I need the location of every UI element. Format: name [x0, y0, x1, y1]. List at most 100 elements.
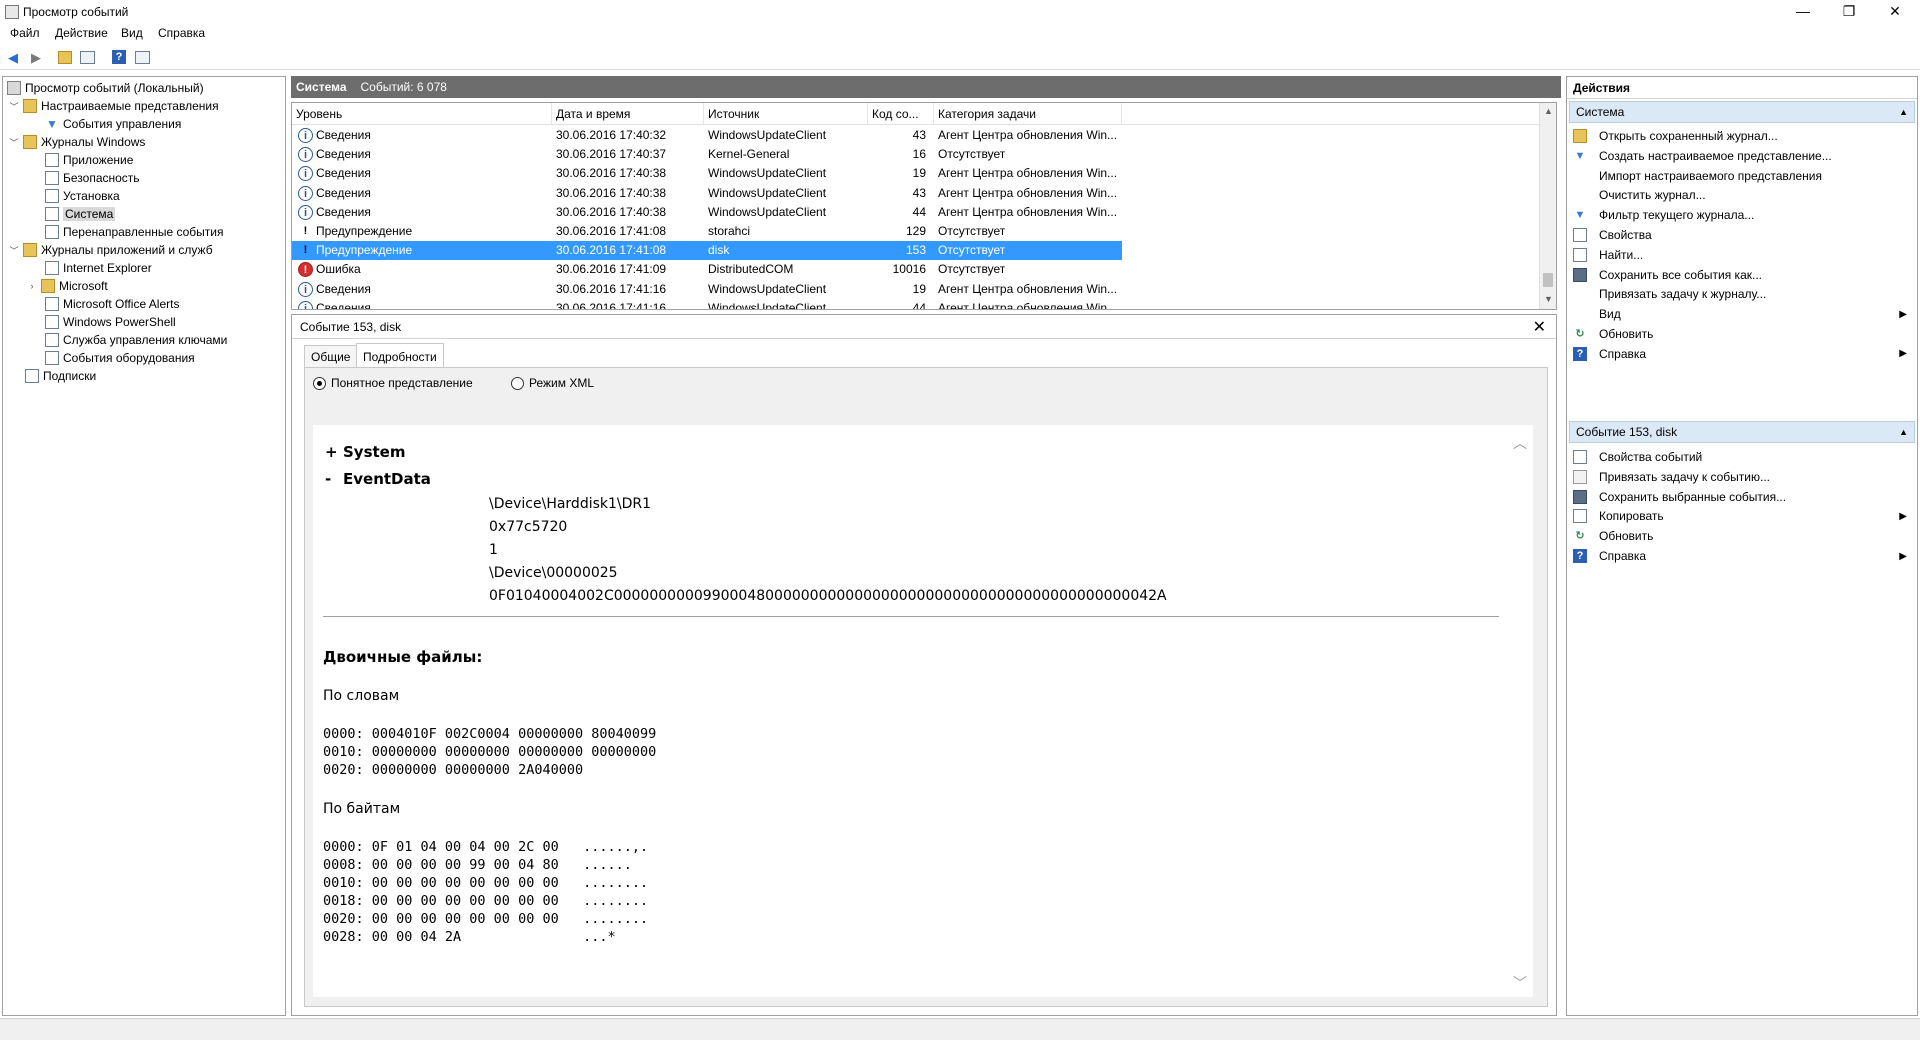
- help-icon[interactable]: ?: [112, 50, 126, 64]
- system-node[interactable]: + System: [325, 443, 405, 461]
- tree-office-alerts[interactable]: Microsoft Office Alerts: [45, 295, 179, 313]
- action-item[interactable]: Свойства событий: [1573, 447, 1913, 467]
- action-item[interactable]: ▼ Создать настраиваемое представление...: [1573, 146, 1913, 166]
- filter-icon: ▼: [46, 117, 58, 131]
- action-item[interactable]: Найти...: [1573, 245, 1913, 265]
- menu-view[interactable]: Вид: [121, 26, 143, 40]
- table-row[interactable]: i Сведения 30.06.2016 17:40:32 WindowsUpdat…: [292, 126, 1122, 145]
- tree-app-services-logs[interactable]: ﹀ Журналы приложений и служб: [9, 241, 213, 259]
- action-item[interactable]: Копировать ▶: [1573, 506, 1913, 526]
- tree-security[interactable]: Безопасность: [45, 169, 140, 187]
- action-item[interactable]: Свойства: [1573, 225, 1913, 245]
- chevron-down-icon[interactable]: ﹀: [9, 244, 19, 257]
- action-item[interactable]: ? Справка ▶: [1573, 344, 1913, 364]
- radio-friendly-view[interactable]: Понятное представление: [313, 376, 473, 390]
- table-row[interactable]: i Сведения 30.06.2016 17:41:16 WindowsUpdat…: [292, 280, 1122, 299]
- action-item[interactable]: Импорт настраиваемого представления: [1573, 166, 1913, 186]
- tree-powershell[interactable]: Windows PowerShell: [45, 313, 176, 331]
- action-item[interactable]: Сохранить все события как...: [1573, 265, 1913, 285]
- expand-plus-icon[interactable]: +: [325, 443, 343, 461]
- table-row[interactable]: i Сведения 30.06.2016 17:40:38 WindowsUpdat…: [292, 164, 1122, 183]
- tree-system[interactable]: Система: [45, 205, 116, 223]
- collapse-icon[interactable]: ▲: [1899, 422, 1908, 442]
- chevron-down-icon[interactable]: ﹀: [9, 136, 19, 149]
- column-source[interactable]: Источник: [704, 103, 868, 125]
- column-datetime[interactable]: Дата и время: [552, 103, 704, 125]
- table-row[interactable]: i Сведения 30.06.2016 17:40:38 WindowsUpdat…: [292, 203, 1122, 222]
- table-row[interactable]: i Сведения 30.06.2016 17:41:16 WindowsUpdat…: [292, 299, 1122, 309]
- tree-subscriptions[interactable]: Подписки: [25, 367, 96, 385]
- action-item[interactable]: Вид ▶: [1573, 304, 1913, 324]
- chevron-down-icon[interactable]: ﹀: [9, 100, 19, 113]
- action-item[interactable]: Привязать задачу к журналу...: [1573, 284, 1913, 304]
- radio-xml-view[interactable]: Режим XML: [511, 376, 594, 390]
- computer-icon: [7, 81, 21, 95]
- grid-scrollbar[interactable]: ▲ ▼: [1539, 103, 1556, 309]
- tree-admin-events[interactable]: ▼ События управления: [45, 115, 181, 133]
- action-item[interactable]: Сохранить выбранные события...: [1573, 487, 1913, 507]
- column-category[interactable]: Категория задачи: [934, 103, 1122, 125]
- scroll-thumb[interactable]: [1543, 273, 1553, 287]
- tree-setup[interactable]: Установка: [45, 187, 120, 205]
- close-window-button[interactable]: ✕: [1872, 0, 1918, 24]
- tree-hardware-events[interactable]: События оборудования: [45, 349, 195, 367]
- action-item[interactable]: Открыть сохраненный журнал...: [1573, 126, 1913, 146]
- menu-action[interactable]: Действие: [55, 26, 108, 40]
- close-icon[interactable]: ✕: [1533, 317, 1546, 337]
- cell-source: Kernel-General: [708, 147, 790, 162]
- tree-application[interactable]: Приложение: [45, 151, 133, 169]
- save-icon: [1573, 489, 1587, 504]
- tab-general[interactable]: Общие: [304, 345, 358, 367]
- action-label: Копировать: [1599, 509, 1664, 524]
- tab-details[interactable]: Подробности: [356, 343, 444, 367]
- back-icon[interactable]: ◀: [5, 50, 21, 66]
- radio-unselected-icon[interactable]: [511, 376, 524, 390]
- info-icon: i: [298, 128, 313, 143]
- open-folder-icon[interactable]: [58, 51, 72, 64]
- menu-help[interactable]: Справка: [158, 26, 205, 40]
- action-item[interactable]: ↻ Обновить: [1573, 324, 1913, 344]
- tree-root[interactable]: Просмотр событий (Локальный): [7, 79, 204, 97]
- table-row[interactable]: i Сведения 30.06.2016 17:40:38 WindowsUpdat…: [292, 184, 1122, 203]
- section-event[interactable]: Событие 153, disk ▲: [1569, 421, 1915, 443]
- table-row[interactable]: ! Предупреждение 30.06.2016 17:41:08 disk 15…: [292, 241, 1122, 261]
- details-tab-body: Понятное представление Режим XML ︿ ﹀ + Sy…: [304, 367, 1548, 1007]
- cell-code: 129: [905, 224, 926, 238]
- restore-button[interactable]: ❐: [1826, 0, 1872, 24]
- show-tree-icon[interactable]: [80, 51, 95, 64]
- collapse-minus-icon[interactable]: -: [325, 470, 343, 488]
- action-label: Обновить: [1599, 529, 1654, 544]
- cell-category: Отсутствует: [938, 262, 1006, 277]
- action-item[interactable]: Очистить журнал...: [1573, 185, 1913, 205]
- tree-custom-views[interactable]: ﹀ Настраиваемые представления: [9, 97, 219, 115]
- table-row[interactable]: ! Предупреждение 30.06.2016 17:41:08 storah…: [292, 222, 1122, 241]
- tree-key-management[interactable]: Служба управления ключами: [45, 331, 227, 349]
- chevron-up-icon[interactable]: ︿: [1513, 433, 1527, 453]
- section-system[interactable]: Система ▲: [1569, 101, 1915, 123]
- action-item[interactable]: ▼ Фильтр текущего журнала...: [1573, 205, 1913, 225]
- action-item[interactable]: ? Справка ▶: [1573, 546, 1913, 566]
- action-item[interactable]: Привязать задачу к событию...: [1573, 467, 1913, 487]
- tree-microsoft[interactable]: › Microsoft: [27, 277, 108, 295]
- tree-internet-explorer[interactable]: Internet Explorer: [45, 259, 152, 277]
- table-row[interactable]: ! Ошибка 30.06.2016 17:41:09 DistributedCOM…: [292, 260, 1122, 279]
- show-actions-pane-icon[interactable]: [135, 51, 150, 64]
- collapse-icon[interactable]: ▲: [1899, 102, 1908, 122]
- forward-icon[interactable]: ▶: [28, 50, 44, 66]
- chevron-down-icon[interactable]: ﹀: [1513, 973, 1527, 993]
- scroll-up-icon[interactable]: ▲: [1540, 103, 1556, 120]
- column-code[interactable]: Код со...: [868, 103, 934, 125]
- scroll-down-icon[interactable]: ▼: [1540, 291, 1556, 308]
- menu-file[interactable]: Файл: [10, 26, 40, 40]
- tree-windows-logs[interactable]: ﹀ Журналы Windows: [9, 133, 145, 151]
- column-level[interactable]: Уровень: [292, 103, 552, 125]
- table-row[interactable]: i Сведения 30.06.2016 17:40:37 Kernel-Gener…: [292, 145, 1122, 164]
- chevron-right-icon[interactable]: ›: [27, 281, 37, 291]
- action-item[interactable]: ↻ Обновить: [1573, 526, 1913, 546]
- eventdata-node[interactable]: - EventData: [325, 470, 431, 488]
- minimize-button[interactable]: —: [1780, 0, 1826, 24]
- tree-forwarded[interactable]: Перенаправленные события: [45, 223, 223, 241]
- events-count: Событий: 6 078: [360, 80, 447, 94]
- binary-title: Двоичные файлы:: [323, 648, 483, 666]
- radio-selected-icon[interactable]: [313, 376, 326, 390]
